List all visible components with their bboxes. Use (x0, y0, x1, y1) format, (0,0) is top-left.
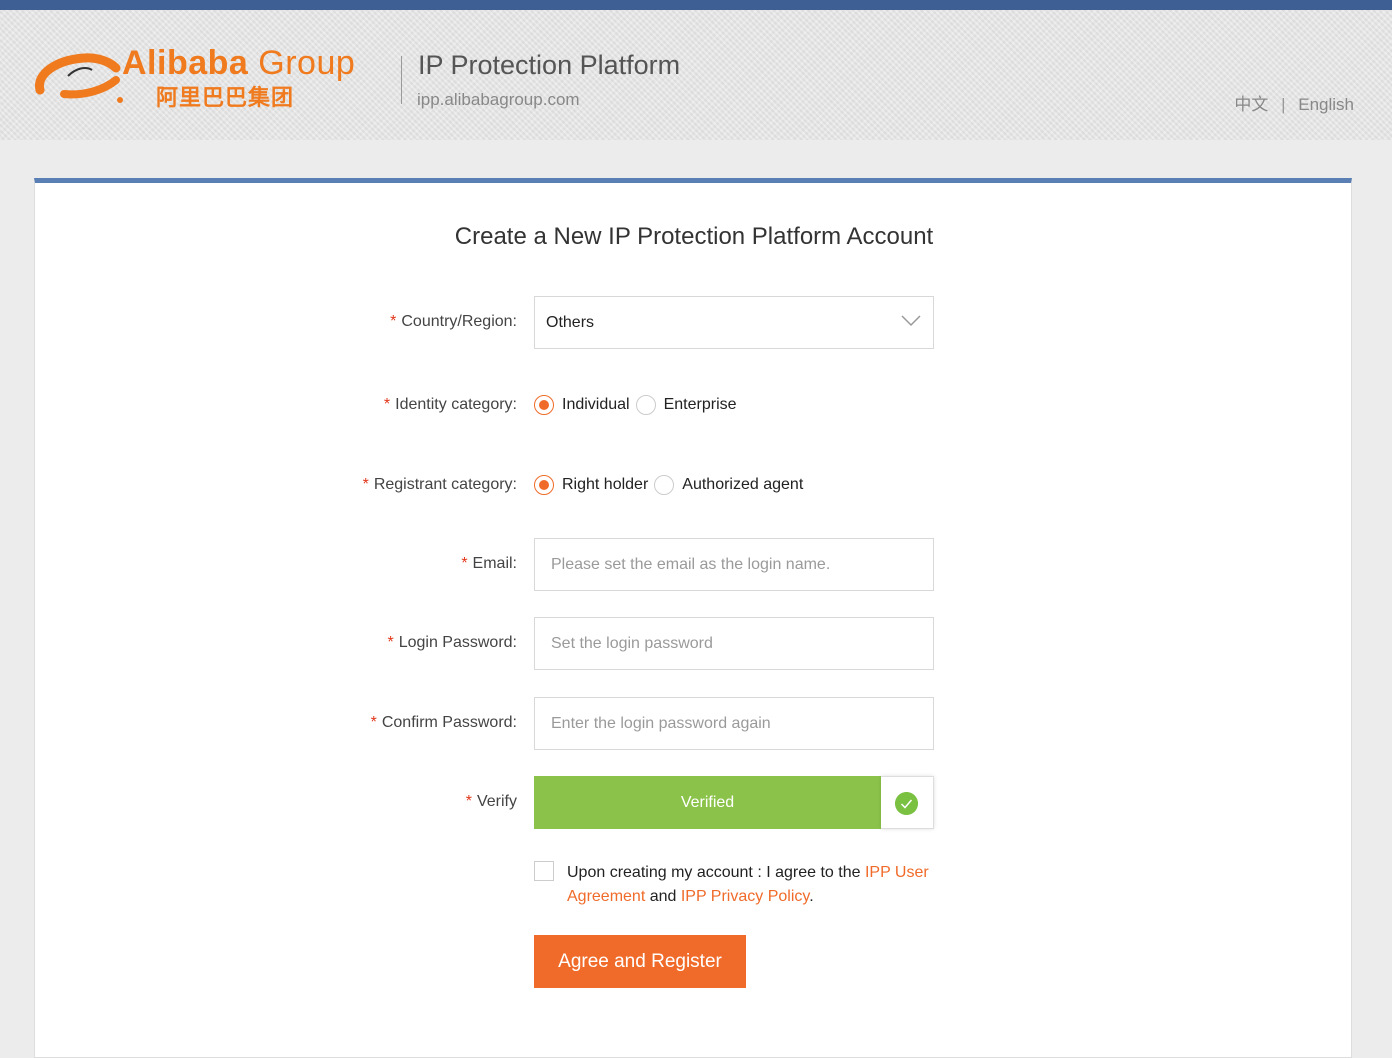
top-bar (0, 0, 1392, 10)
password-label: * Login Password: (387, 634, 517, 651)
identity-radio-group: Individual Enterprise (534, 379, 743, 431)
logo-chinese: 阿里巴巴集团 (156, 85, 295, 110)
email-label: * Email: (461, 555, 517, 572)
logo-wordmark: Alibaba Group (122, 44, 356, 82)
registrant-radio-group: Right holder Authorized agent (534, 459, 809, 511)
registrant-row: * Registrant category: Right holder Autho… (35, 459, 1353, 511)
registrant-right-holder-radio[interactable] (534, 475, 554, 495)
login-password-field[interactable]: Set the login password (534, 617, 934, 670)
required-mark: * (387, 634, 394, 651)
verify-label: * Verify (465, 793, 517, 810)
required-mark: * (370, 714, 377, 731)
slider-verify: Verified (534, 776, 934, 829)
required-mark: * (461, 555, 468, 572)
header: Alibaba Group 阿里巴巴集团 IP Protection Platf… (0, 10, 1392, 140)
confirm-password-label: * Confirm Password: (370, 714, 517, 731)
confirm-password-row: * Confirm Password: Enter the login passw… (35, 697, 1353, 750)
agreement-checkbox[interactable] (534, 861, 554, 881)
identity-label: * Identity category: (383, 396, 517, 413)
agree-and-register-button[interactable]: Agree and Register (534, 935, 746, 988)
lang-chinese-link[interactable]: 中文 (1234, 95, 1268, 114)
platform-url: ipp.alibabagroup.com (417, 90, 580, 109)
country-value: Others (546, 314, 595, 331)
verify-status: Verified (534, 776, 881, 829)
logo-divider (401, 56, 402, 104)
verify-slider-handle[interactable] (881, 776, 934, 829)
identity-individual-radio[interactable] (534, 395, 554, 415)
chevron-down-icon (901, 315, 921, 327)
lang-english-link[interactable]: English (1298, 95, 1354, 114)
country-row: * Country/Region: Others (35, 296, 1353, 349)
registrant-label: * Registrant category: (362, 476, 517, 493)
agreement-text: Upon creating my account : I agree to th… (567, 864, 929, 905)
email-row: * Email: Please set the email as the logi… (35, 538, 1353, 591)
alibaba-logo-icon (35, 53, 123, 103)
email-field[interactable]: Please set the email as the login name. (534, 538, 934, 591)
verify-row: * Verify Verified (35, 776, 1353, 829)
page-title: Create a New IP Protection Platform Acco… (454, 223, 934, 250)
identity-enterprise-label[interactable]: Enterprise (664, 396, 737, 414)
confirm-password-field[interactable]: Enter the login password again (534, 697, 934, 750)
country-label: * Country/Region: (390, 313, 517, 330)
registrant-right-holder-label[interactable]: Right holder (562, 476, 648, 494)
identity-enterprise-radio[interactable] (635, 395, 656, 415)
language-switcher: 中文 | English (1234, 90, 1354, 115)
checkmark-icon (895, 792, 918, 815)
registration-card: Create a New IP Protection Platform Acco… (34, 178, 1352, 1058)
platform-title: IP Protection Platform (418, 50, 681, 80)
lang-separator: | (1281, 95, 1286, 114)
required-mark: * (362, 476, 369, 493)
password-row: * Login Password: Set the login password (35, 617, 1353, 670)
registrant-authorized-agent-label[interactable]: Authorized agent (682, 476, 803, 494)
country-select[interactable]: Others (534, 296, 934, 349)
required-mark: * (383, 396, 391, 413)
required-mark: * (465, 793, 472, 810)
registrant-authorized-agent-radio[interactable] (654, 475, 675, 495)
privacy-policy-link[interactable]: IPP Privacy Policy (681, 888, 809, 905)
identity-individual-label[interactable]: Individual (562, 396, 630, 414)
identity-row: * Identity category: Individual Enterpris… (35, 379, 1353, 431)
required-mark: * (390, 313, 397, 330)
